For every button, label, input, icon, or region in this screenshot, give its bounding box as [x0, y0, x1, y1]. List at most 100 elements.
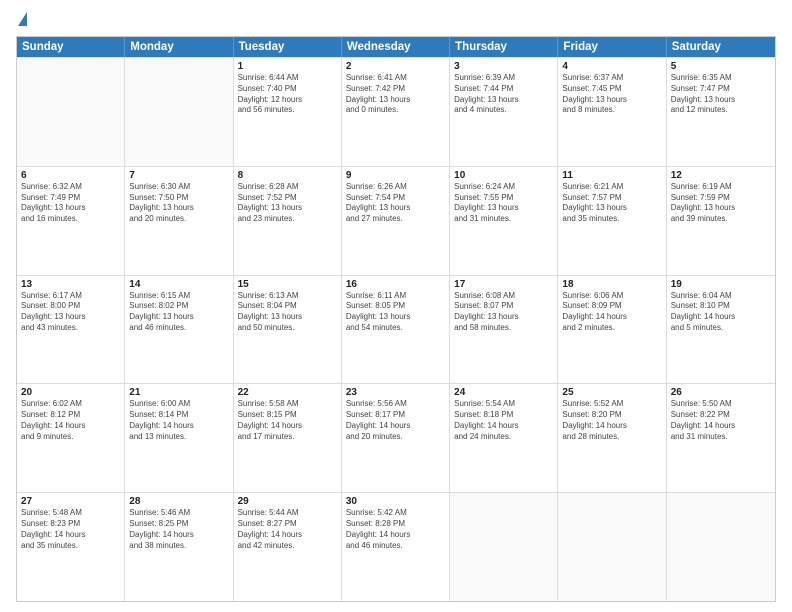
cell-info: Sunrise: 6:32 AMSunset: 7:49 PMDaylight:…: [21, 182, 120, 225]
day-number: 10: [454, 170, 553, 181]
calendar-cell: 18Sunrise: 6:06 AMSunset: 8:09 PMDayligh…: [558, 276, 666, 384]
calendar-cell: 3Sunrise: 6:39 AMSunset: 7:44 PMDaylight…: [450, 58, 558, 166]
calendar-cell: 28Sunrise: 5:46 AMSunset: 8:25 PMDayligh…: [125, 493, 233, 601]
cell-info: Sunrise: 5:58 AMSunset: 8:15 PMDaylight:…: [238, 399, 337, 442]
day-number: 4: [562, 61, 661, 72]
cell-info: Sunrise: 6:24 AMSunset: 7:55 PMDaylight:…: [454, 182, 553, 225]
page: SundayMondayTuesdayWednesdayThursdayFrid…: [0, 0, 792, 612]
cell-info: Sunrise: 6:41 AMSunset: 7:42 PMDaylight:…: [346, 73, 445, 116]
cell-info: Sunrise: 6:39 AMSunset: 7:44 PMDaylight:…: [454, 73, 553, 116]
calendar-row: 20Sunrise: 6:02 AMSunset: 8:12 PMDayligh…: [17, 383, 775, 492]
calendar-body: 1Sunrise: 6:44 AMSunset: 7:40 PMDaylight…: [17, 57, 775, 601]
cell-info: Sunrise: 6:44 AMSunset: 7:40 PMDaylight:…: [238, 73, 337, 116]
calendar-row: 1Sunrise: 6:44 AMSunset: 7:40 PMDaylight…: [17, 57, 775, 166]
day-number: 17: [454, 279, 553, 290]
day-number: 11: [562, 170, 661, 181]
calendar-cell: 13Sunrise: 6:17 AMSunset: 8:00 PMDayligh…: [17, 276, 125, 384]
day-number: 14: [129, 279, 228, 290]
cell-info: Sunrise: 5:52 AMSunset: 8:20 PMDaylight:…: [562, 399, 661, 442]
day-number: 2: [346, 61, 445, 72]
cell-info: Sunrise: 6:13 AMSunset: 8:04 PMDaylight:…: [238, 291, 337, 334]
day-number: 25: [562, 387, 661, 398]
calendar-cell: 19Sunrise: 6:04 AMSunset: 8:10 PMDayligh…: [667, 276, 775, 384]
weekday-header: Friday: [558, 37, 666, 57]
logo: [16, 12, 27, 28]
weekday-header: Thursday: [450, 37, 558, 57]
calendar-cell: 24Sunrise: 5:54 AMSunset: 8:18 PMDayligh…: [450, 384, 558, 492]
calendar-cell: 22Sunrise: 5:58 AMSunset: 8:15 PMDayligh…: [234, 384, 342, 492]
calendar-cell: 7Sunrise: 6:30 AMSunset: 7:50 PMDaylight…: [125, 167, 233, 275]
day-number: 21: [129, 387, 228, 398]
cell-info: Sunrise: 5:54 AMSunset: 8:18 PMDaylight:…: [454, 399, 553, 442]
day-number: 7: [129, 170, 228, 181]
day-number: 9: [346, 170, 445, 181]
cell-info: Sunrise: 6:15 AMSunset: 8:02 PMDaylight:…: [129, 291, 228, 334]
day-number: 19: [671, 279, 771, 290]
calendar-cell: 10Sunrise: 6:24 AMSunset: 7:55 PMDayligh…: [450, 167, 558, 275]
cell-info: Sunrise: 5:44 AMSunset: 8:27 PMDaylight:…: [238, 508, 337, 551]
calendar-cell: 26Sunrise: 5:50 AMSunset: 8:22 PMDayligh…: [667, 384, 775, 492]
day-number: 1: [238, 61, 337, 72]
day-number: 29: [238, 496, 337, 507]
day-number: 3: [454, 61, 553, 72]
cell-info: Sunrise: 6:28 AMSunset: 7:52 PMDaylight:…: [238, 182, 337, 225]
day-number: 27: [21, 496, 120, 507]
day-number: 13: [21, 279, 120, 290]
day-number: 18: [562, 279, 661, 290]
day-number: 28: [129, 496, 228, 507]
day-number: 30: [346, 496, 445, 507]
calendar-cell: [450, 493, 558, 601]
cell-info: Sunrise: 6:04 AMSunset: 8:10 PMDaylight:…: [671, 291, 771, 334]
calendar-cell: 25Sunrise: 5:52 AMSunset: 8:20 PMDayligh…: [558, 384, 666, 492]
day-number: 24: [454, 387, 553, 398]
calendar-cell: 6Sunrise: 6:32 AMSunset: 7:49 PMDaylight…: [17, 167, 125, 275]
calendar-cell: [17, 58, 125, 166]
cell-info: Sunrise: 6:35 AMSunset: 7:47 PMDaylight:…: [671, 73, 771, 116]
cell-info: Sunrise: 5:42 AMSunset: 8:28 PMDaylight:…: [346, 508, 445, 551]
calendar-cell: 1Sunrise: 6:44 AMSunset: 7:40 PMDaylight…: [234, 58, 342, 166]
calendar-row: 13Sunrise: 6:17 AMSunset: 8:00 PMDayligh…: [17, 275, 775, 384]
cell-info: Sunrise: 6:08 AMSunset: 8:07 PMDaylight:…: [454, 291, 553, 334]
calendar-cell: 27Sunrise: 5:48 AMSunset: 8:23 PMDayligh…: [17, 493, 125, 601]
calendar-cell: [125, 58, 233, 166]
calendar-header: SundayMondayTuesdayWednesdayThursdayFrid…: [17, 37, 775, 57]
weekday-header: Wednesday: [342, 37, 450, 57]
cell-info: Sunrise: 5:48 AMSunset: 8:23 PMDaylight:…: [21, 508, 120, 551]
cell-info: Sunrise: 5:56 AMSunset: 8:17 PMDaylight:…: [346, 399, 445, 442]
cell-info: Sunrise: 6:21 AMSunset: 7:57 PMDaylight:…: [562, 182, 661, 225]
day-number: 16: [346, 279, 445, 290]
day-number: 5: [671, 61, 771, 72]
cell-info: Sunrise: 5:46 AMSunset: 8:25 PMDaylight:…: [129, 508, 228, 551]
weekday-header: Saturday: [667, 37, 775, 57]
day-number: 15: [238, 279, 337, 290]
day-number: 23: [346, 387, 445, 398]
calendar-cell: 11Sunrise: 6:21 AMSunset: 7:57 PMDayligh…: [558, 167, 666, 275]
cell-info: Sunrise: 6:19 AMSunset: 7:59 PMDaylight:…: [671, 182, 771, 225]
calendar-cell: 12Sunrise: 6:19 AMSunset: 7:59 PMDayligh…: [667, 167, 775, 275]
calendar-cell: 14Sunrise: 6:15 AMSunset: 8:02 PMDayligh…: [125, 276, 233, 384]
calendar-cell: 23Sunrise: 5:56 AMSunset: 8:17 PMDayligh…: [342, 384, 450, 492]
calendar-cell: 9Sunrise: 6:26 AMSunset: 7:54 PMDaylight…: [342, 167, 450, 275]
cell-info: Sunrise: 6:11 AMSunset: 8:05 PMDaylight:…: [346, 291, 445, 334]
calendar-cell: 2Sunrise: 6:41 AMSunset: 7:42 PMDaylight…: [342, 58, 450, 166]
calendar-row: 6Sunrise: 6:32 AMSunset: 7:49 PMDaylight…: [17, 166, 775, 275]
day-number: 8: [238, 170, 337, 181]
calendar-cell: [667, 493, 775, 601]
weekday-header: Sunday: [17, 37, 125, 57]
calendar: SundayMondayTuesdayWednesdayThursdayFrid…: [16, 36, 776, 602]
cell-info: Sunrise: 6:06 AMSunset: 8:09 PMDaylight:…: [562, 291, 661, 334]
cell-info: Sunrise: 6:02 AMSunset: 8:12 PMDaylight:…: [21, 399, 120, 442]
calendar-row: 27Sunrise: 5:48 AMSunset: 8:23 PMDayligh…: [17, 492, 775, 601]
day-number: 22: [238, 387, 337, 398]
calendar-cell: 15Sunrise: 6:13 AMSunset: 8:04 PMDayligh…: [234, 276, 342, 384]
cell-info: Sunrise: 6:37 AMSunset: 7:45 PMDaylight:…: [562, 73, 661, 116]
cell-info: Sunrise: 6:26 AMSunset: 7:54 PMDaylight:…: [346, 182, 445, 225]
header: [16, 12, 776, 28]
day-number: 20: [21, 387, 120, 398]
calendar-cell: [558, 493, 666, 601]
calendar-cell: 29Sunrise: 5:44 AMSunset: 8:27 PMDayligh…: [234, 493, 342, 601]
day-number: 12: [671, 170, 771, 181]
logo-icon: [18, 12, 27, 26]
weekday-header: Tuesday: [234, 37, 342, 57]
calendar-cell: 8Sunrise: 6:28 AMSunset: 7:52 PMDaylight…: [234, 167, 342, 275]
